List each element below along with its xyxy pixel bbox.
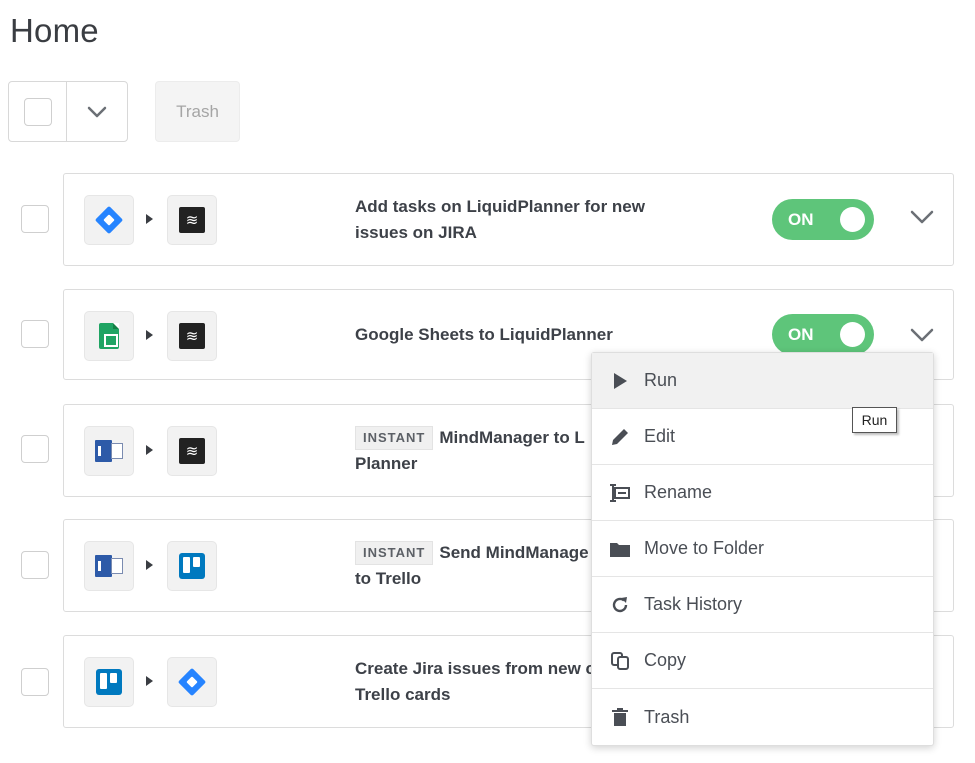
folder-icon — [609, 538, 631, 560]
instant-badge: INSTANT — [355, 541, 434, 565]
arrow-right-icon — [146, 330, 153, 340]
instant-badge: INSTANT — [355, 426, 434, 450]
mindmanager-icon — [95, 555, 123, 577]
zap-row[interactable]: ≋ Add tasks on LiquidPlanner for new iss… — [63, 173, 954, 266]
action-app-tile: ≋ — [167, 195, 217, 245]
arrow-right-icon — [146, 676, 153, 686]
toggle-knob — [840, 322, 865, 347]
zap-toggle[interactable]: ON — [772, 199, 874, 240]
action-app-tile: ≋ — [167, 426, 217, 476]
arrow-right-icon — [146, 560, 153, 570]
menu-item-move-to-folder[interactable]: Move to Folder — [592, 521, 933, 577]
toggle-knob — [840, 207, 865, 232]
action-app-tile — [167, 541, 217, 591]
zap-title[interactable]: INSTANT Send MindManage to Trello — [355, 540, 589, 592]
chevron-down-icon[interactable] — [910, 328, 934, 342]
zap-checkbox[interactable] — [21, 551, 49, 579]
menu-item-label: Edit — [644, 426, 676, 446]
trigger-app-tile — [84, 195, 134, 245]
menu-item-label: Rename — [644, 482, 713, 502]
bulk-select — [8, 81, 128, 142]
liquidplanner-icon: ≋ — [179, 323, 205, 349]
action-app-tile: ≋ — [167, 311, 217, 361]
menu-item-label: Task History — [644, 594, 743, 614]
liquidplanner-icon: ≋ — [179, 207, 205, 233]
select-all-checkbox[interactable] — [23, 97, 52, 126]
menu-item-label: Run — [644, 370, 678, 390]
liquidplanner-icon: ≋ — [179, 438, 205, 464]
rename-icon — [609, 482, 631, 504]
history-icon — [609, 594, 631, 616]
trigger-app-tile — [84, 426, 134, 476]
trash-icon — [609, 706, 631, 728]
trigger-app-tile — [84, 311, 134, 361]
page-title: Home — [10, 12, 99, 49]
zap-title[interactable]: Create Jira issues from new c Trello car… — [355, 656, 595, 708]
bulk-select-dropdown[interactable] — [67, 82, 127, 141]
jira-icon — [177, 667, 207, 697]
menu-item-task-history[interactable]: Task History — [592, 577, 933, 633]
arrow-right-icon — [146, 445, 153, 455]
zap-checkbox[interactable] — [21, 668, 49, 696]
run-tooltip: Run — [852, 407, 897, 433]
zap-title[interactable]: Google Sheets to LiquidPlanner — [355, 322, 613, 348]
menu-item-trash[interactable]: Trash — [592, 689, 933, 745]
action-app-tile — [167, 657, 217, 707]
select-all-cell — [9, 82, 67, 141]
play-icon — [609, 370, 631, 392]
google-sheets-icon — [99, 323, 119, 349]
jira-icon — [94, 205, 124, 235]
pencil-icon — [609, 426, 631, 448]
toggle-label: ON — [788, 325, 814, 344]
chevron-down-icon — [87, 106, 107, 117]
trigger-app-tile — [84, 541, 134, 591]
menu-item-rename[interactable]: Rename — [592, 465, 933, 521]
menu-item-label: Copy — [644, 650, 687, 670]
trello-icon — [179, 553, 205, 579]
mindmanager-icon — [95, 440, 123, 462]
menu-item-label: Move to Folder — [644, 538, 765, 558]
chevron-down-icon[interactable] — [910, 210, 934, 224]
arrow-right-icon — [146, 214, 153, 224]
zap-title[interactable]: INSTANT MindManager to L Planner — [355, 425, 585, 477]
trigger-app-tile — [84, 657, 134, 707]
zap-checkbox[interactable] — [21, 205, 49, 233]
menu-item-label: Trash — [644, 706, 690, 727]
toggle-label: ON — [788, 210, 814, 229]
zap-title[interactable]: Add tasks on LiquidPlanner for new issue… — [355, 194, 645, 246]
copy-icon — [609, 650, 631, 672]
menu-item-copy[interactable]: Copy — [592, 633, 933, 689]
zap-checkbox[interactable] — [21, 320, 49, 348]
trash-button[interactable]: Trash — [155, 81, 240, 142]
zap-toggle[interactable]: ON — [772, 314, 874, 355]
zap-checkbox[interactable] — [21, 435, 49, 463]
trello-icon — [96, 669, 122, 695]
menu-item-run[interactable]: Run — [592, 353, 933, 409]
